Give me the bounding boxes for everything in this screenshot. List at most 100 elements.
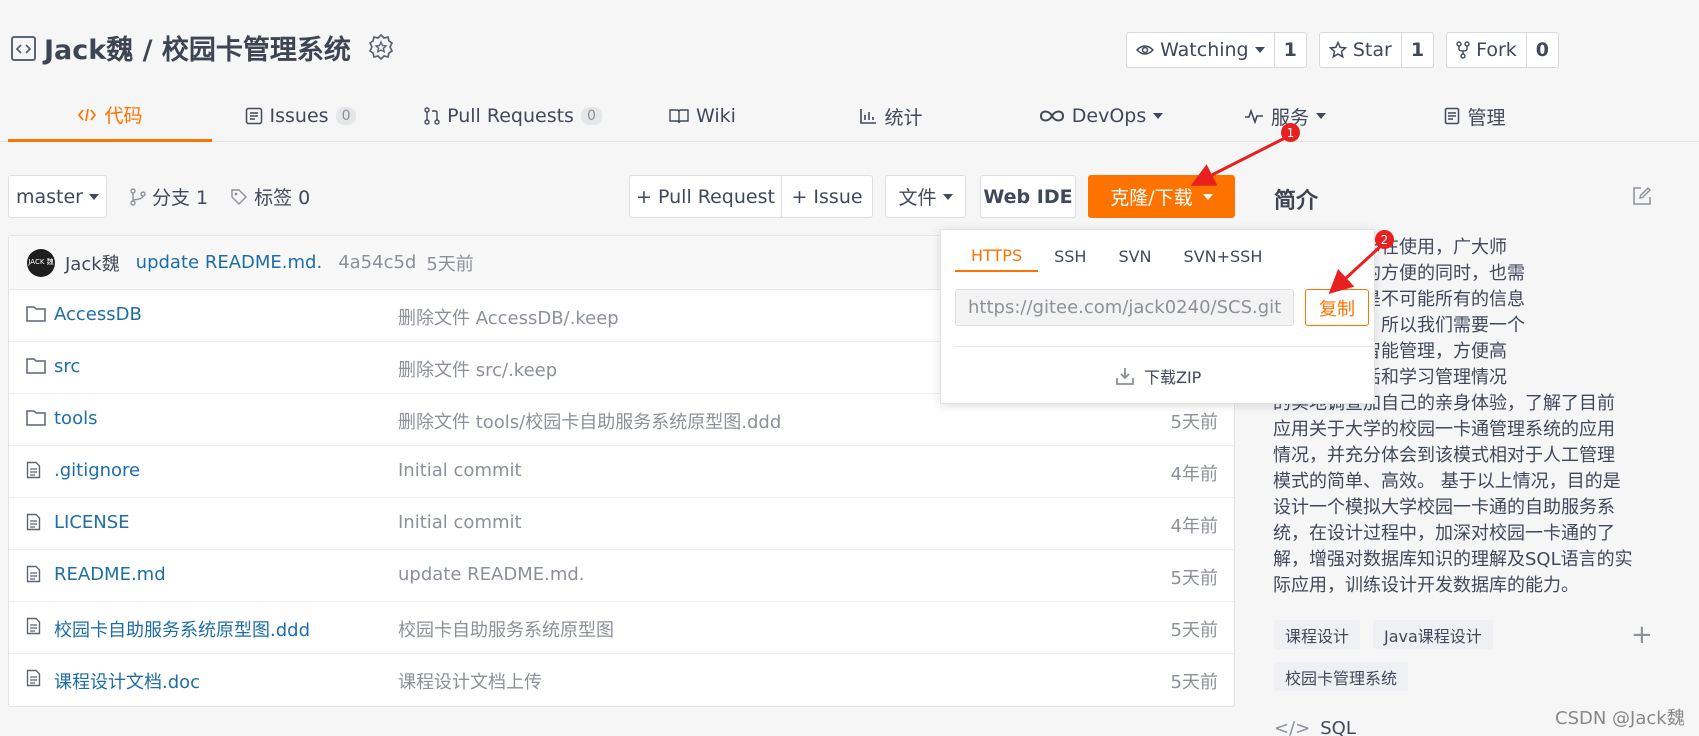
file-name-link[interactable]: tools — [54, 408, 97, 429]
tab-svn[interactable]: SVN — [1102, 240, 1167, 272]
file-commit-message[interactable]: Initial commit — [398, 460, 522, 481]
fork-count[interactable]: 0 — [1527, 33, 1558, 67]
tab-stats-label: 统计 — [884, 106, 923, 129]
download-icon — [1116, 367, 1134, 385]
tags-link[interactable]: 标签 0 — [230, 183, 310, 210]
branches-link[interactable]: 分支 1 — [130, 183, 208, 210]
file-row[interactable]: README.md update README.md. 5天前 — [9, 550, 1234, 602]
topic-tag[interactable]: 校园卡管理系统 — [1274, 662, 1409, 691]
description-line: 设计一个模拟大学校园一卡通的自助服务系 — [1273, 497, 1615, 518]
file-commit-time: 5天前 — [1170, 620, 1218, 641]
file-name-link[interactable]: src — [54, 356, 80, 377]
file-commit-message[interactable]: 删除文件 AccessDB/.keep — [398, 304, 619, 330]
annotation-marker-2: 2 — [1375, 230, 1394, 249]
tab-manage[interactable]: 管理 — [1382, 90, 1568, 142]
commit-message[interactable]: update README.md. — [136, 252, 323, 273]
tab-wiki-label: Wiki — [696, 105, 736, 127]
file-icon — [26, 669, 41, 687]
add-topic-icon[interactable]: + — [1631, 620, 1653, 650]
clone-popup: HTTPS SSH SVN SVN+SSH https://gitee.com/… — [940, 229, 1375, 404]
topic-tag[interactable]: 课程设计 — [1274, 620, 1361, 649]
file-row[interactable]: .gitignore Initial commit 4年前 — [9, 446, 1234, 498]
chevron-down-icon — [1153, 113, 1164, 119]
commit-author[interactable]: Jack魏 — [65, 250, 120, 276]
clone-url-field[interactable]: https://gitee.com/jack0240/SCS.git — [955, 289, 1294, 326]
tab-pull-requests[interactable]: Pull Requests 0 — [389, 90, 637, 142]
watch-count[interactable]: 1 — [1275, 33, 1306, 67]
clone-protocol-tabs: HTTPS SSH SVN SVN+SSH — [955, 240, 1278, 272]
file-name-link[interactable]: README.md — [54, 564, 166, 585]
description-line: 际应用，训练设计开发数据库的能力。 — [1273, 575, 1579, 596]
file-row[interactable]: 校园卡自助服务系统原型图.ddd 校园卡自助服务系统原型图 5天前 — [9, 602, 1234, 654]
clone-download-button[interactable]: 克隆/下载 — [1088, 175, 1235, 218]
edit-icon[interactable] — [1632, 186, 1652, 206]
branch-icon — [130, 187, 146, 206]
divider — [955, 346, 1374, 347]
description-line: 统，在设计过程中，加深对校园一卡通的了 — [1273, 523, 1615, 544]
tab-issues[interactable]: Issues 0 — [212, 90, 389, 142]
fork-icon — [1456, 41, 1470, 59]
tab-svn-ssh[interactable]: SVN+SSH — [1168, 240, 1279, 272]
folder-icon — [26, 409, 46, 426]
watermark: CSDN @Jack魏 — [1555, 708, 1685, 729]
chevron-down-icon — [1316, 113, 1326, 119]
repo-header: Jack魏 / 校园卡管理系统 Watching 1 Star 1 Fork 0 — [0, 0, 1699, 142]
star-count[interactable]: 1 — [1402, 33, 1433, 67]
description-line: 解，增强对数据库知识的理解及SQL语言的实 — [1273, 549, 1633, 570]
copy-button[interactable]: 复制 — [1305, 289, 1369, 326]
language-line: </> SQL — [1274, 718, 1356, 736]
tab-devops-label: DevOps — [1071, 105, 1147, 127]
branch-select-label: master — [15, 185, 83, 208]
issues-count-badge: 0 — [335, 107, 357, 125]
pull-requests-count-badge: 0 — [580, 107, 602, 125]
new-issue-button[interactable]: + Issue — [781, 175, 873, 218]
file-commit-message[interactable]: 删除文件 tools/校园卡自助服务系统原型图.ddd — [398, 408, 781, 434]
file-commit-time: 5天前 — [1170, 412, 1218, 433]
tab-ssh[interactable]: SSH — [1038, 240, 1102, 272]
star-label: Star — [1352, 39, 1392, 61]
file-name-link[interactable]: LICENSE — [54, 512, 130, 533]
file-name-link[interactable]: 校园卡自助服务系统原型图.ddd — [54, 616, 310, 642]
watch-button[interactable]: Watching 1 — [1126, 32, 1307, 68]
tag-icon — [230, 188, 248, 206]
repo-title[interactable]: Jack魏 / 校园卡管理系统 — [44, 28, 351, 67]
file-commit-message[interactable]: 课程设计文档上传 — [398, 668, 542, 694]
topic-tag[interactable]: Java课程设计 — [1373, 620, 1493, 649]
tab-https[interactable]: HTTPS — [955, 240, 1039, 272]
file-commit-message[interactable]: 校园卡自助服务系统原型图 — [398, 616, 614, 642]
file-commit-message[interactable]: update README.md. — [398, 564, 585, 585]
description-line: 模式的简单、高效。 基于以上情况，目的是 — [1273, 471, 1621, 492]
tab-wiki[interactable]: Wiki — [637, 90, 768, 142]
file-row[interactable]: 课程设计文档.doc 课程设计文档上传 5天前 — [9, 654, 1234, 706]
download-zip-label: 下载ZIP — [1144, 368, 1202, 387]
tab-devops[interactable]: DevOps — [1014, 90, 1188, 142]
tab-stats[interactable]: 统计 — [768, 90, 1014, 142]
branches-label: 分支 1 — [152, 187, 209, 209]
new-pull-request-button[interactable]: + Pull Request — [629, 175, 782, 218]
fork-button[interactable]: Fork 0 — [1446, 32, 1559, 68]
code-icon: </> — [1274, 718, 1311, 736]
chart-icon — [859, 107, 877, 125]
branch-select[interactable]: master — [8, 175, 107, 218]
file-name-link[interactable]: .gitignore — [54, 460, 140, 481]
clone-download-label: 克隆/下载 — [1110, 187, 1193, 209]
award-badge-icon[interactable] — [368, 33, 394, 63]
commit-hash[interactable]: 4a54c5d — [338, 252, 416, 273]
tab-code[interactable]: 代码 — [8, 90, 212, 142]
file-commit-message[interactable]: Initial commit — [398, 512, 522, 533]
folder-icon — [26, 305, 46, 322]
file-name-link[interactable]: AccessDB — [54, 304, 142, 325]
web-ide-button[interactable]: Web IDE — [980, 175, 1076, 218]
file-row[interactable]: LICENSE Initial commit 4年前 — [9, 498, 1234, 550]
file-icon — [26, 565, 41, 583]
tab-code-label: 代码 — [104, 105, 143, 127]
star-button[interactable]: Star 1 — [1318, 32, 1435, 68]
avatar[interactable]: JACK 魏 — [27, 248, 55, 277]
file-name-link[interactable]: 课程设计文档.doc — [54, 668, 200, 694]
file-menu-button[interactable]: 文件 — [885, 175, 966, 218]
file-icon — [26, 513, 41, 531]
file-commit-message[interactable]: 删除文件 src/.keep — [398, 356, 557, 382]
download-zip-button[interactable]: 下载ZIP — [1116, 364, 1201, 388]
tab-manage-label: 管理 — [1467, 106, 1506, 129]
file-icon — [26, 461, 41, 479]
